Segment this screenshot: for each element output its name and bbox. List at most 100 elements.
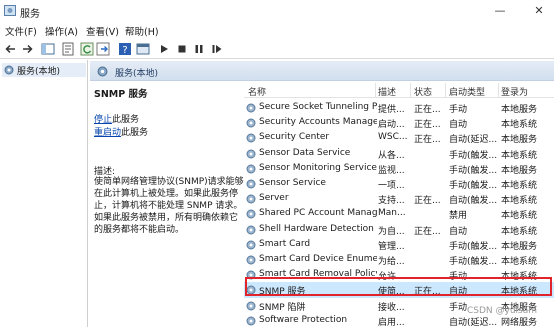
restart-service-link[interactable]: 重启动 (94, 128, 121, 138)
cell-description: 监视... (378, 165, 405, 176)
table-row[interactable]: Server 支持... 正在... 自动(触发... 本地系统 (244, 191, 554, 206)
column-status[interactable]: 状态 (414, 85, 432, 98)
cell-description: 启用... (378, 317, 405, 327)
column-divider[interactable] (445, 83, 446, 97)
cell-startup-type: 自动 (449, 120, 468, 131)
cell-startup-type: 手动(触发... (449, 181, 498, 191)
tree-item-local-services[interactable]: 服务(本地) (2, 63, 86, 77)
gear-icon (246, 133, 256, 143)
gear-icon (246, 194, 256, 204)
gear-icon (246, 209, 256, 219)
cell-logon-as: 本地系统 (501, 150, 538, 161)
forward-arrow-icon[interactable] (20, 42, 34, 56)
cell-description: 为给... (378, 257, 405, 267)
console-icon[interactable] (136, 42, 150, 56)
cell-logon-as: 本地系统 (501, 181, 538, 191)
pause-icon[interactable] (192, 42, 206, 56)
properties-icon[interactable] (61, 42, 75, 56)
cell-name: Server (259, 193, 289, 204)
gear-icon (246, 225, 256, 235)
stop-service-link[interactable]: 停止 (94, 115, 112, 125)
gear-icon (246, 240, 256, 250)
cell-status: 正在... (414, 287, 441, 298)
stop-suffix: 此服务 (112, 115, 140, 125)
table-row[interactable]: Smart Card Device Enumer... 为给... 手动(触发...… (244, 252, 554, 267)
table-row[interactable]: Shared PC Account Manager Man... 禁用 本地系统 (244, 206, 554, 221)
console-tree: 服务(本地) (0, 60, 88, 327)
table-row[interactable]: Smart Card Removal Policy 允许... 手动 本地系统 (244, 267, 554, 282)
menu-file[interactable]: 文件(F) (5, 24, 37, 38)
cell-logon-as: 本地系统 (501, 272, 538, 283)
table-row[interactable]: Sensor Data Service 从各... 手动(触发... 本地系统 (244, 146, 554, 161)
watermark: CSDN @yuisam (467, 306, 538, 316)
column-logon-as[interactable]: 登录为 (501, 85, 528, 98)
cell-status: 正在... (414, 196, 441, 207)
stop-action: 停止此服务 (94, 112, 139, 125)
cell-description: 一项... (378, 181, 405, 191)
column-divider[interactable] (498, 83, 499, 97)
cell-description: 为自... (378, 226, 405, 237)
toolbar: ? (0, 39, 554, 59)
column-divider[interactable] (410, 83, 411, 97)
gear-icon (246, 255, 256, 265)
menu-help[interactable]: 帮助(H) (125, 24, 159, 38)
cell-logon-as: 网络服务 (501, 317, 538, 327)
play-icon[interactable] (157, 42, 171, 56)
cell-startup-type: 手动(触发... (449, 165, 498, 176)
cell-name: Security Center (259, 132, 330, 143)
table-row[interactable]: Shell Hardware Detection 为自... 正在... 自动 本地系统 (244, 222, 554, 237)
cell-name: SNMP 服务 (259, 287, 306, 298)
table-row[interactable]: Security Center WSC... 正在... 自动(延迟... 本地服务 (244, 130, 554, 145)
table-row[interactable]: Sensor Service 一项... 手动(触发... 本地系统 (244, 176, 554, 191)
table-row[interactable]: Smart Card 管理... 手动(触发... 本地服务 (244, 237, 554, 252)
restart-icon[interactable] (210, 42, 224, 56)
cell-logon-as: 本地服务 (501, 135, 538, 146)
gear-icon (246, 118, 256, 128)
export-icon[interactable] (96, 42, 110, 56)
gear-icon (246, 149, 256, 159)
table-row[interactable]: Security Accounts Manager 启动... 正在... 自动 本地系… (244, 115, 554, 130)
header-label: 服务(本地) (115, 69, 159, 79)
cell-description: WSC... (378, 132, 408, 143)
cell-name: Secure Socket Tunneling P... (259, 102, 377, 112)
cell-description: 启动... (378, 120, 405, 131)
column-startup-type[interactable]: 启动类型 (449, 85, 485, 98)
cell-name: Sensor Data Service (259, 147, 351, 158)
minimize-button[interactable]: — (489, 3, 511, 19)
cell-name: Security Accounts Manager (259, 117, 377, 128)
help-icon[interactable]: ? (118, 42, 132, 56)
column-divider[interactable] (375, 83, 376, 97)
gear-icon (246, 270, 256, 280)
gear-icon (246, 301, 256, 311)
table-row[interactable]: SNMP 服务 使简... 正在... 自动 本地系统 (244, 282, 554, 298)
svg-text:?: ? (122, 45, 127, 56)
cell-description: 从各... (378, 150, 405, 161)
cell-status: 正在... (414, 105, 441, 115)
menu-action[interactable]: 操作(A) (45, 24, 78, 38)
back-arrow-icon[interactable] (4, 42, 18, 56)
tree-item-label: 服务(本地) (17, 67, 61, 77)
console-tree-icon[interactable] (41, 42, 55, 56)
column-name[interactable]: 名称 (248, 85, 266, 98)
table-row[interactable]: Secure Socket Tunneling P... 提供... 正在... 手动… (244, 100, 554, 115)
gear-icon (4, 65, 14, 75)
column-header-row: 名称 描述 状态 启动类型 登录为 (244, 82, 554, 98)
cell-status: 正在... (414, 120, 441, 131)
cell-logon-as: 本地系统 (501, 226, 538, 237)
cell-name: Smart Card (259, 238, 311, 249)
cell-name: SNMP 陷阱 (259, 302, 306, 313)
close-button[interactable]: ✕ (528, 3, 550, 19)
restart-suffix: 此服务 (121, 128, 149, 138)
table-row[interactable]: Sensor Monitoring Service 监视... 手动(触发... 本地… (244, 161, 554, 176)
restart-action: 重启动此服务 (94, 125, 148, 138)
refresh-icon[interactable] (80, 42, 94, 56)
column-description[interactable]: 描述 (378, 85, 396, 98)
cell-logon-as: 本地服务 (501, 105, 538, 115)
menu-view[interactable]: 查看(V) (86, 24, 119, 38)
cell-startup-type: 自动 (449, 287, 468, 298)
cell-startup-type: 手动(触发... (449, 241, 498, 252)
stop-icon[interactable] (175, 42, 189, 56)
window-title: 服务 (20, 9, 40, 20)
title-bar: 服务 — ✕ (0, 0, 554, 22)
cell-logon-as: 本地系统 (501, 211, 538, 222)
